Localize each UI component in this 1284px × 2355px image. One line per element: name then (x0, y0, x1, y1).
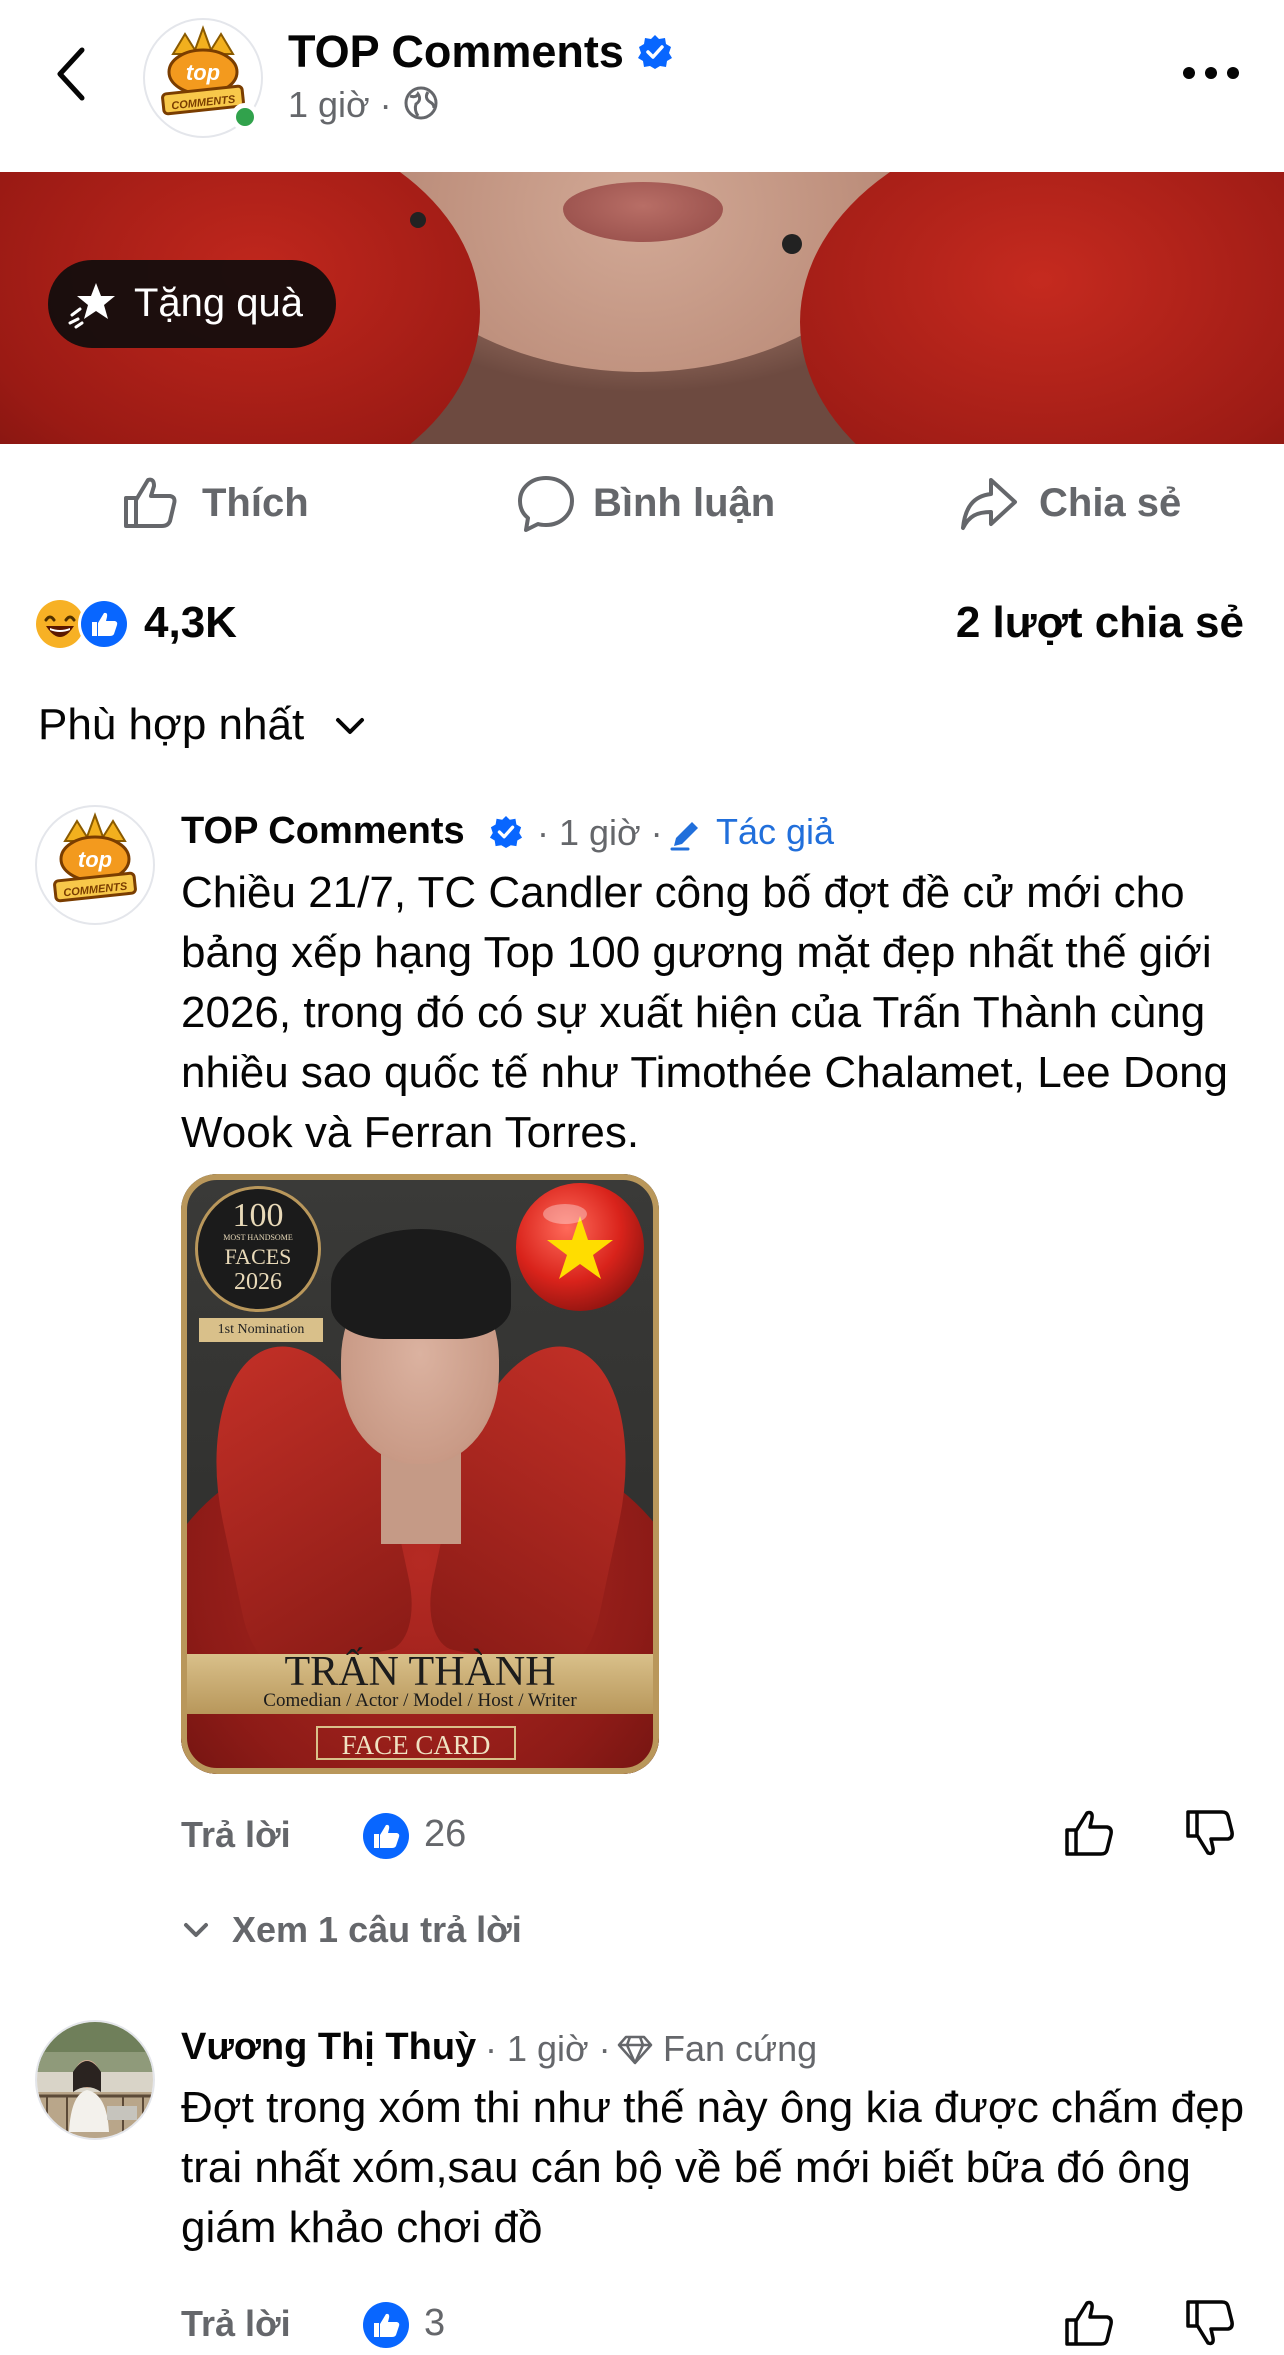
like-button[interactable]: Thích (110, 468, 330, 538)
pencil-icon (670, 822, 698, 851)
thumbs-up-icon[interactable] (1062, 2296, 1116, 2350)
like-reaction-icon[interactable] (362, 2301, 410, 2349)
comment-like-count: 26 (424, 1813, 467, 1855)
comment-image[interactable]: TRẤN THÀNH Comedian / Actor / Model / Ho… (181, 1174, 659, 1774)
comment-sort-dropdown[interactable]: Phù hợp nhất (38, 700, 304, 750)
comment-text: Chiều 21/7, TC Candler công bố đợt đề cử… (181, 868, 1229, 1157)
more-options-icon[interactable] (1182, 66, 1240, 80)
back-arrow-icon[interactable] (50, 44, 94, 104)
comment-author-avatar[interactable]: top COMMENTS (35, 805, 155, 925)
reply-button[interactable]: Trả lời (181, 1814, 291, 1856)
diamond-icon (617, 2035, 653, 2065)
comment-icon (518, 476, 574, 532)
svg-text:top: top (186, 60, 220, 85)
comment-author-name[interactable]: TOP Comments (181, 810, 465, 853)
share-icon (961, 478, 1017, 530)
comment-author-name[interactable]: Vương Thị Thuỳ (181, 2026, 476, 2069)
verified-badge-icon (489, 815, 523, 849)
reaction-count[interactable]: 4,3K (144, 598, 237, 648)
fan-badge: Fan cứng (663, 2028, 818, 2069)
thumbs-down-icon[interactable] (1183, 1806, 1237, 1860)
post-timestamp: 1 giờ · (288, 84, 392, 125)
view-replies-link[interactable]: Xem 1 câu trả lời (182, 1909, 522, 1951)
thumbs-up-icon[interactable] (1062, 1806, 1116, 1860)
share-label: Chia sẻ (1039, 481, 1182, 525)
like-icon (124, 477, 177, 528)
comment-timestamp: · 1 giờ · (485, 2028, 611, 2069)
share-button[interactable]: Chia sẻ (955, 468, 1185, 538)
chevron-down-icon[interactable] (334, 716, 366, 736)
globe-icon (404, 86, 438, 120)
star-gift-icon (68, 283, 115, 329)
svg-text:top: top (78, 847, 112, 872)
online-status-dot (231, 103, 259, 131)
verified-badge-icon (638, 35, 672, 69)
author-badge: Tác giả (716, 811, 835, 852)
comment-text: Đợt trong xóm thi như thế này ông kia đư… (181, 2083, 1245, 2252)
gift-label: Tặng quà (134, 281, 304, 325)
comment-button[interactable]: Bình luận (510, 468, 780, 538)
user-photo (37, 2022, 153, 2138)
comment-label: Bình luận (593, 481, 776, 525)
comment-like-count: 3 (424, 2302, 446, 2344)
comment-author-avatar[interactable] (35, 2020, 155, 2140)
like-reaction-icon[interactable] (362, 1812, 410, 1860)
top-comments-logo: top COMMENTS (53, 812, 137, 903)
share-count[interactable]: 2 lượt chia sẻ (956, 598, 1244, 648)
reply-button[interactable]: Trả lời (181, 2303, 291, 2345)
thumbs-down-icon[interactable] (1183, 2296, 1237, 2350)
like-label: Thích (202, 481, 309, 525)
comment-timestamp: · 1 giờ · (537, 812, 663, 853)
reactions-summary-icon[interactable] (34, 596, 134, 652)
page-name[interactable]: TOP Comments (288, 26, 624, 78)
